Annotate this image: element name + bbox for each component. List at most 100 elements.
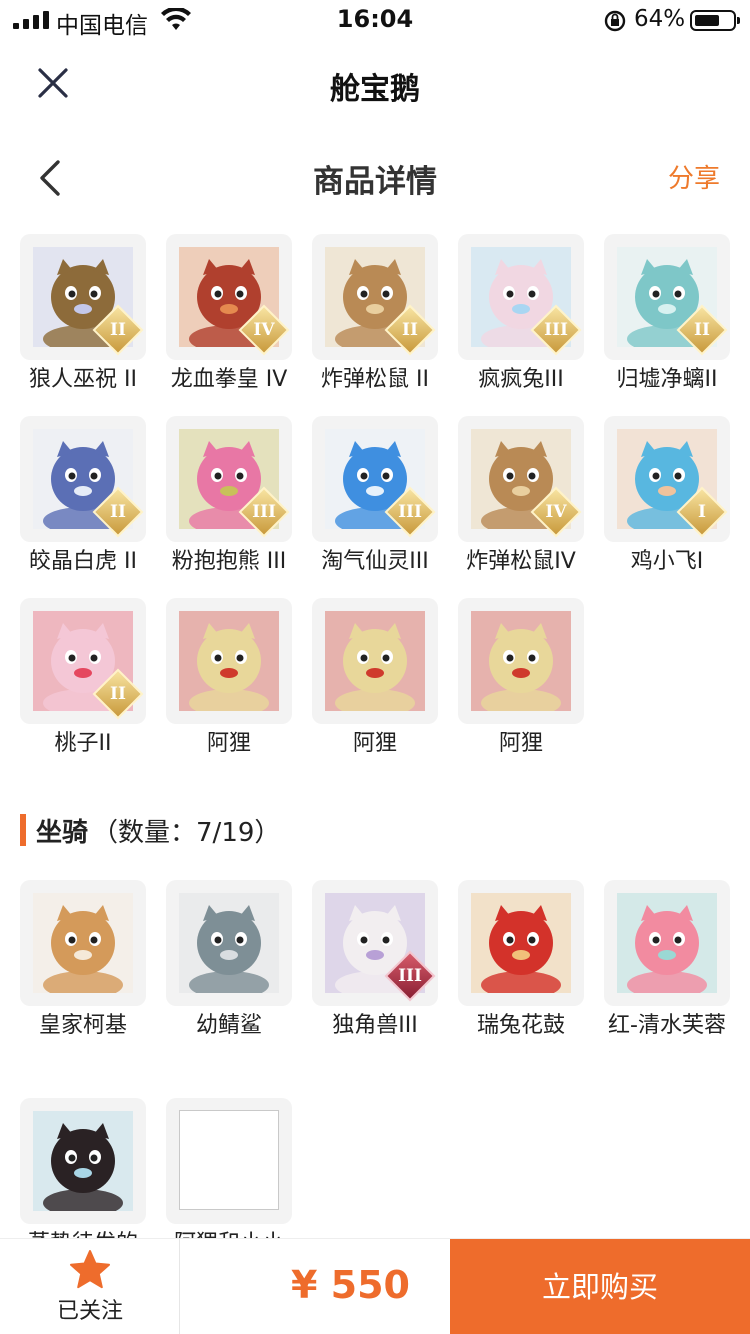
character-card[interactable]: IV 炸弹松鼠IV <box>458 416 584 578</box>
follow-label: 已关注 <box>56 1299 123 1324</box>
mount-card[interactable]: 皇家柯基 <box>20 880 146 1042</box>
character-art-icon <box>471 893 571 993</box>
item-thumbnail: IV <box>166 234 292 360</box>
battery-percent: 64% <box>634 6 686 32</box>
rank-badge-text: II <box>110 684 126 704</box>
character-card[interactable]: 阿狸 <box>312 598 438 760</box>
item-name: 鸡小飞I <box>630 549 704 574</box>
item-name: 独角兽III <box>332 1013 418 1038</box>
character-card[interactable]: I 鸡小飞I <box>604 416 730 578</box>
battery-icon <box>690 10 740 31</box>
character-card[interactable]: II 归墟净螭II <box>604 234 730 396</box>
item-thumbnail: I <box>604 416 730 542</box>
item-thumbnail <box>166 880 292 1006</box>
item-thumbnail: II <box>312 234 438 360</box>
rank-badge-text: III <box>398 966 422 986</box>
mount-card[interactable]: 瑞兔花鼓 <box>458 880 584 1042</box>
follow-button[interactable]: 已关注 <box>0 1239 180 1334</box>
rank-badge-text: III <box>544 320 568 340</box>
character-art-icon <box>471 611 571 711</box>
item-name: 淘气仙灵III <box>321 549 429 574</box>
item-thumbnail <box>458 880 584 1006</box>
item-thumbnail: III <box>312 880 438 1006</box>
character-card[interactable]: II 皎晶白虎 II <box>20 416 146 578</box>
character-card[interactable]: IV 龙血拳皇 IV <box>166 234 292 396</box>
item-thumbnail <box>312 598 438 724</box>
item-thumbnail: II <box>604 234 730 360</box>
rank-badge-text: IV <box>545 502 567 522</box>
character-card[interactable]: III 粉抱抱熊 III <box>166 416 292 578</box>
mount-card[interactable]: 幼鲭鲨 <box>166 880 292 1042</box>
mount-card[interactable]: 阿狸和小小 <box>166 1098 292 1238</box>
character-card[interactable]: 阿狸 <box>166 598 292 760</box>
item-name: 阿狸 <box>206 731 251 756</box>
item-name: 蒸势待发的 <box>20 1228 146 1238</box>
character-art-icon <box>617 893 717 993</box>
character-art-icon <box>33 893 133 993</box>
rotation-lock-icon <box>604 10 626 32</box>
buy-now-button[interactable]: 立即购买 <box>450 1239 750 1334</box>
item-name: 皎晶白虎 II <box>29 549 137 574</box>
mounts-section-header: 坐骑 （数量：7/19） <box>20 812 280 848</box>
price: ¥ 550 <box>291 1263 410 1307</box>
item-thumbnail: III <box>312 416 438 542</box>
item-name: 狼人巫祝 II <box>29 367 137 392</box>
character-card[interactable]: III 疯疯兔III <box>458 234 584 396</box>
character-card[interactable]: II 桃子II <box>20 598 146 760</box>
character-grid: II 狼人巫祝 II IV 龙血拳皇 IV II 炸弹松鼠 II III 疯疯兔III II 归墟… <box>20 234 740 764</box>
item-name: 瑞兔花鼓 <box>476 1013 565 1038</box>
item-name: 红-清水芙蓉 <box>608 1013 726 1038</box>
item-thumbnail: III <box>166 416 292 542</box>
rank-badge-text: II <box>110 320 126 340</box>
character-card[interactable]: II 炸弹松鼠 II <box>312 234 438 396</box>
image-placeholder <box>179 1110 279 1210</box>
bottom-action-bar: 已关注 ¥ 550 立即购买 <box>0 1238 750 1334</box>
item-thumbnail: II <box>20 416 146 542</box>
character-art-icon <box>179 611 279 711</box>
item-thumbnail: IV <box>458 416 584 542</box>
rank-badge-text: III <box>398 502 422 522</box>
section-count: （数量：7/19） <box>92 817 281 848</box>
mount-card[interactable]: 红-清水芙蓉 <box>604 880 730 1042</box>
item-name: 阿狸和小小 <box>166 1228 292 1238</box>
character-card[interactable]: II 狼人巫祝 II <box>20 234 146 396</box>
mount-card[interactable]: 蒸势待发的 <box>20 1098 146 1238</box>
page-title: 商品详情 <box>313 164 437 200</box>
item-thumbnail <box>166 598 292 724</box>
rank-badge-text: I <box>698 502 706 522</box>
item-name: 阿狸 <box>498 731 543 756</box>
item-name: 炸弹松鼠IV <box>466 549 576 574</box>
mount-grid: 皇家柯基 幼鲭鲨 III 独角兽III 瑞兔花鼓 红-清水芙蓉蒸势待发的 阿狸和小小 <box>20 880 740 1238</box>
mount-card[interactable]: III 独角兽III <box>312 880 438 1042</box>
character-art-icon <box>33 1111 133 1211</box>
item-thumbnail <box>604 880 730 1006</box>
character-card[interactable]: 阿狸 <box>458 598 584 760</box>
rank-badge-text: II <box>402 320 418 340</box>
item-name: 疯疯兔III <box>478 367 564 392</box>
status-bar: 中国电信 16:04 64% <box>0 0 750 40</box>
character-card[interactable]: III 淘气仙灵III <box>312 416 438 578</box>
item-thumbnail: II <box>20 598 146 724</box>
item-thumbnail <box>166 1098 292 1224</box>
rank-badge-text: IV <box>253 320 275 340</box>
rank-badge-text: II <box>110 502 126 522</box>
item-thumbnail <box>20 880 146 1006</box>
section-title: 坐骑 <box>36 817 89 848</box>
item-name: 粉抱抱熊 III <box>171 549 287 574</box>
item-name: 龙血拳皇 IV <box>170 367 288 392</box>
item-name: 阿狸 <box>352 731 397 756</box>
item-thumbnail <box>458 598 584 724</box>
star-icon <box>70 1250 110 1289</box>
character-art-icon <box>179 893 279 993</box>
share-button[interactable]: 分享 <box>668 158 720 195</box>
item-name: 桃子II <box>54 731 112 756</box>
item-name: 炸弹松鼠 II <box>321 367 429 392</box>
item-name: 归墟净螭II <box>616 367 718 392</box>
app-title: 舱宝鹅 <box>330 72 420 107</box>
item-name: 幼鲭鲨 <box>195 1013 262 1038</box>
section-accent-bar <box>20 814 26 846</box>
rank-badge-text: III <box>252 502 276 522</box>
item-thumbnail: II <box>20 234 146 360</box>
item-thumbnail <box>20 1098 146 1224</box>
item-name: 皇家柯基 <box>38 1013 127 1038</box>
